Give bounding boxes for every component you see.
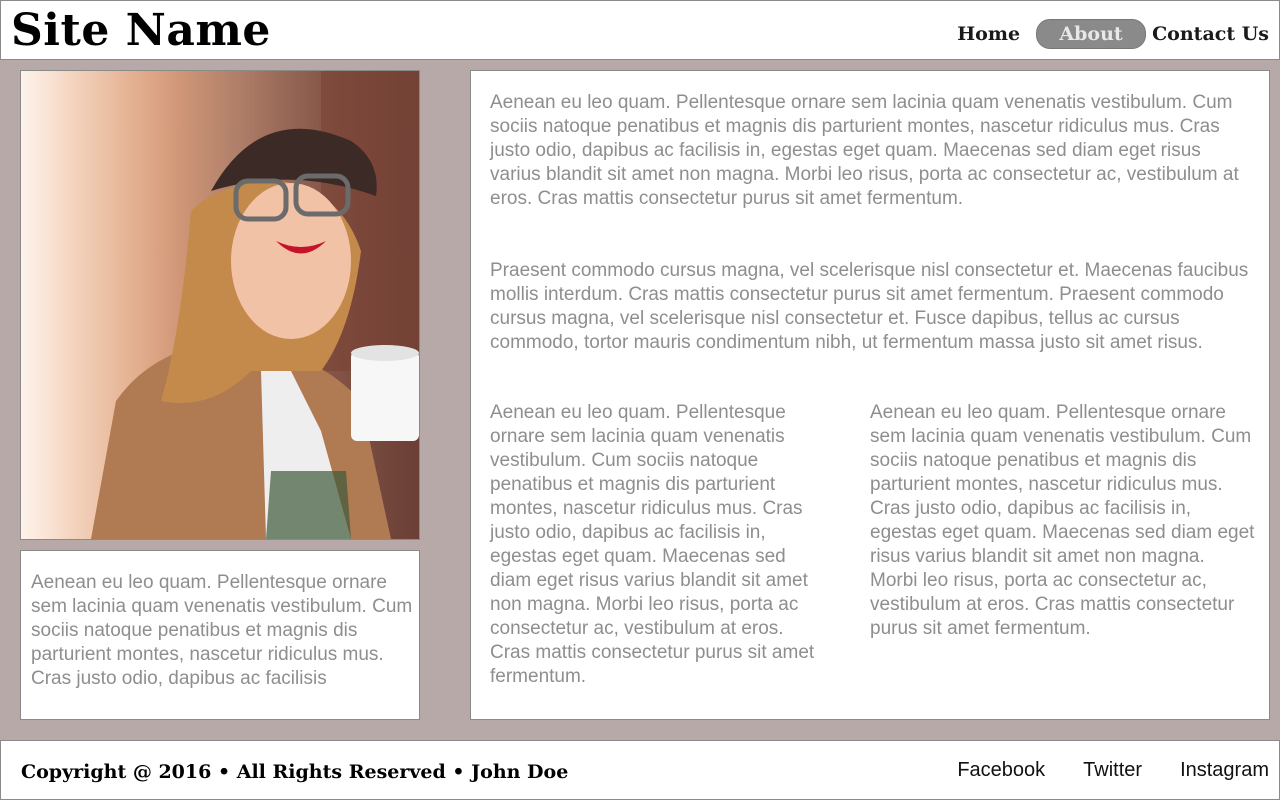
twitter-link[interactable]: Twitter bbox=[1083, 759, 1142, 782]
nav-contact-link[interactable]: Contact Us bbox=[1152, 23, 1269, 45]
copyright-text: Copyright @ 2016 • All Rights Reserved •… bbox=[21, 761, 569, 783]
site-header: Site Name Home About Contact Us bbox=[0, 0, 1280, 60]
social-links: Facebook Twitter Instagram bbox=[957, 759, 1269, 782]
hero-photo-image bbox=[21, 71, 419, 539]
sidebar-text: Aenean eu leo quam. Pellentesque ornare … bbox=[31, 572, 413, 689]
instagram-link[interactable]: Instagram bbox=[1180, 759, 1269, 782]
facebook-link[interactable]: Facebook bbox=[957, 759, 1045, 782]
nav-about-link[interactable]: About bbox=[1036, 19, 1147, 49]
site-footer: Copyright @ 2016 • All Rights Reserved •… bbox=[0, 740, 1280, 800]
main-nav: Home About Contact Us bbox=[957, 19, 1269, 49]
site-name[interactable]: Site Name bbox=[11, 5, 271, 57]
nav-home-link[interactable]: Home bbox=[957, 23, 1020, 45]
main-content: Aenean eu leo quam. Pellentesque ornare … bbox=[470, 70, 1270, 720]
main-paragraph-1: Aenean eu leo quam. Pellentesque ornare … bbox=[490, 92, 1239, 209]
main-column-left: Aenean eu leo quam. Pellentesque ornare … bbox=[490, 402, 815, 687]
main-paragraph-2: Praesent commodo cursus magna, vel scele… bbox=[490, 260, 1249, 353]
hero-photo bbox=[20, 70, 420, 540]
sidebar-text-box: Aenean eu leo quam. Pellentesque ornare … bbox=[20, 550, 420, 720]
main-column-right: Aenean eu leo quam. Pellentesque ornare … bbox=[870, 402, 1255, 639]
